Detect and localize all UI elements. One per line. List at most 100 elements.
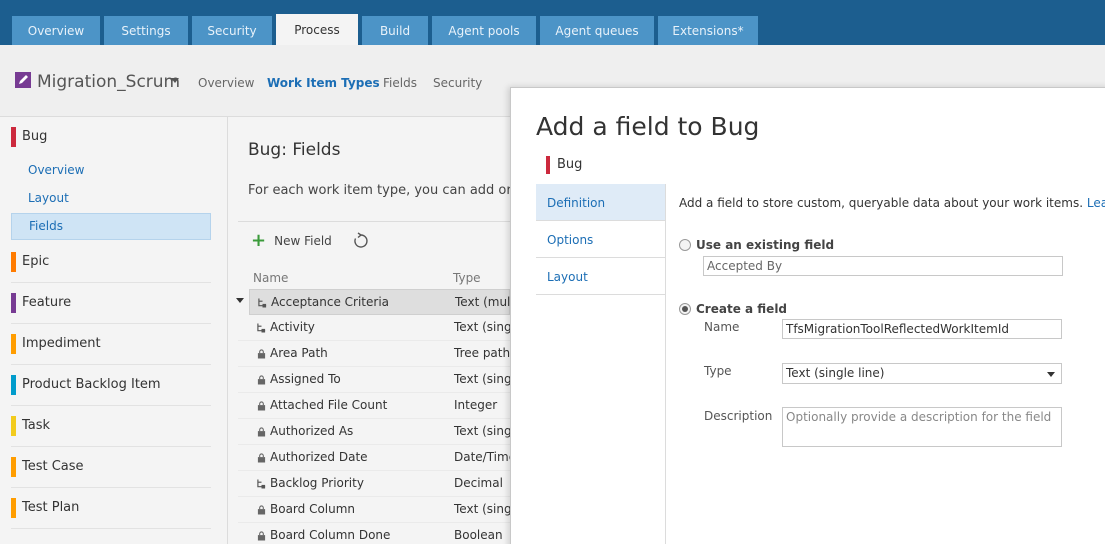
table-row[interactable]: Activity Text (single (238, 315, 522, 341)
field-type-cell: Integer (454, 398, 498, 412)
tab-overview[interactable]: Overview (12, 16, 100, 45)
wit-color-bar (11, 334, 16, 354)
use-existing-option[interactable]: Use an existing field (679, 238, 834, 252)
expand-caret-icon[interactable] (236, 298, 244, 303)
table-row[interactable]: Area Path Tree path (238, 341, 510, 367)
new-field-label: New Field (274, 234, 332, 248)
sidebar-item-product-backlog-item[interactable]: Product Backlog Item (11, 365, 211, 406)
sidebar-item-label: Product Backlog Item (22, 377, 161, 392)
project-name[interactable]: Migration_Scrum (37, 72, 180, 92)
tab-build[interactable]: Build (362, 16, 428, 45)
field-name-cell: Backlog Priority (270, 476, 364, 490)
use-existing-label: Use an existing field (696, 238, 835, 252)
info-text-row: Add a field to store custom, queryable d… (679, 196, 1105, 210)
lock-icon (257, 531, 266, 541)
type-select[interactable]: Text (single line) (782, 363, 1062, 384)
tab-settings[interactable]: Settings (104, 16, 188, 45)
field-type-cell: Tree path (454, 346, 511, 360)
column-header-type[interactable]: Type (453, 271, 481, 285)
sidebar-item-impediment[interactable]: Impediment (11, 324, 211, 365)
lock-icon (257, 427, 266, 437)
sidebar-item-epic[interactable]: Epic (11, 242, 211, 283)
table-row[interactable]: Board Column Text (single (238, 497, 522, 523)
sidebar-item-test-case[interactable]: Test Case (11, 447, 211, 488)
divider (238, 221, 510, 222)
tab-security[interactable]: Security (192, 16, 272, 45)
tab-process[interactable]: Process (276, 14, 358, 45)
wit-color-bar (11, 127, 16, 147)
info-text: Add a field to store custom, queryable d… (679, 196, 1084, 210)
lock-icon (257, 453, 266, 463)
page-description: For each work item type, you can add or … (248, 183, 529, 198)
table-row[interactable]: Authorized As Text (single (238, 419, 522, 445)
dialog-nav-definition[interactable]: Definition (536, 184, 666, 221)
create-field-label: Create a field (696, 302, 788, 316)
field-type-cell: Text (multi (455, 295, 519, 309)
table-row[interactable]: Authorized Date Date/Time (238, 445, 516, 471)
name-input[interactable]: TfsMigrationToolReflectedWorkItemId (782, 319, 1062, 339)
radio-unselected[interactable] (679, 239, 691, 251)
top-strip (0, 0, 1105, 14)
page-title: Bug: Fields (248, 140, 341, 160)
sidebar-sub-layout[interactable]: Layout (11, 186, 211, 212)
inherited-icon (257, 479, 266, 489)
table-row[interactable]: Assigned To Text (single (238, 367, 522, 393)
divider (665, 184, 666, 544)
inherited-icon (257, 323, 266, 333)
sidebar-item-bug[interactable]: Bug (11, 117, 211, 158)
sidebar-sub-fields[interactable]: Fields (11, 213, 211, 240)
tab-extensions[interactable]: Extensions* (658, 16, 758, 45)
dialog-nav: Definition Options Layout (536, 184, 666, 544)
sidebar-item-test-plan[interactable]: Test Plan (11, 488, 211, 529)
description-label: Description (704, 409, 773, 423)
field-name-cell: Board Column Done (270, 528, 391, 542)
radio-selected[interactable] (679, 303, 691, 315)
table-row[interactable]: Backlog Priority Decimal (238, 471, 510, 497)
sidebar-item-task[interactable]: Task (11, 406, 211, 447)
wit-color-bar (11, 416, 16, 436)
new-field-button[interactable]: + New Field (251, 230, 332, 251)
learn-more-link[interactable]: Learn more (1087, 196, 1105, 210)
hub-fields[interactable]: Fields (383, 76, 417, 90)
process-icon (15, 72, 31, 88)
chevron-down-icon[interactable] (171, 78, 179, 83)
sidebar-item-label: Test Plan (22, 500, 80, 515)
admin-tab-bar: Overview Settings Security Process Build… (0, 14, 1105, 45)
existing-field-input[interactable]: Accepted By (703, 256, 1063, 276)
sidebar-item-feature[interactable]: Feature (11, 283, 211, 324)
refresh-icon[interactable] (352, 232, 370, 250)
create-field-option[interactable]: Create a field (679, 302, 787, 316)
hub-overview[interactable]: Overview (198, 76, 255, 90)
sidebar-item-label: Impediment (22, 336, 101, 351)
table-row[interactable]: Board Column Done Boolean (238, 523, 510, 544)
dialog-nav-layout[interactable]: Layout (536, 258, 666, 295)
tab-agent-pools[interactable]: Agent pools (432, 16, 536, 45)
lock-icon (257, 349, 266, 359)
sidebar-sub-overview[interactable]: Overview (11, 158, 211, 184)
plus-icon: + (251, 230, 267, 251)
dialog-body: Add a field to store custom, queryable d… (679, 196, 1105, 447)
description-textarea[interactable]: Optionally provide a description for the… (782, 407, 1062, 447)
field-name-cell: Area Path (270, 346, 328, 360)
field-type-cell: Boolean (454, 528, 503, 542)
field-name-cell: Assigned To (270, 372, 341, 386)
sidebar-item-label: Epic (22, 254, 50, 269)
field-name-cell: Attached File Count (270, 398, 388, 412)
hub-security[interactable]: Security (433, 76, 482, 90)
hub-work-item-types[interactable]: Work Item Types (267, 76, 380, 90)
wit-color-bar (546, 156, 550, 174)
wit-color-bar (11, 293, 16, 313)
tab-agent-queues[interactable]: Agent queues (540, 16, 654, 45)
dialog-title: Add a field to Bug (536, 112, 760, 141)
wit-color-bar (11, 498, 16, 518)
type-select-value: Text (single line) (786, 366, 885, 380)
field-type-cell: Decimal (454, 476, 503, 490)
name-label: Name (704, 320, 740, 334)
table-row[interactable]: Acceptance Criteria Text (multi (249, 289, 518, 315)
dialog-nav-options[interactable]: Options (536, 221, 666, 258)
column-header-name[interactable]: Name (253, 271, 288, 285)
add-field-dialog: Add a field to Bug Bug Definition Option… (510, 87, 1105, 544)
table-row[interactable]: Attached File Count Integer (238, 393, 510, 419)
field-name-cell: Board Column (270, 502, 356, 516)
wit-color-bar (11, 457, 16, 477)
